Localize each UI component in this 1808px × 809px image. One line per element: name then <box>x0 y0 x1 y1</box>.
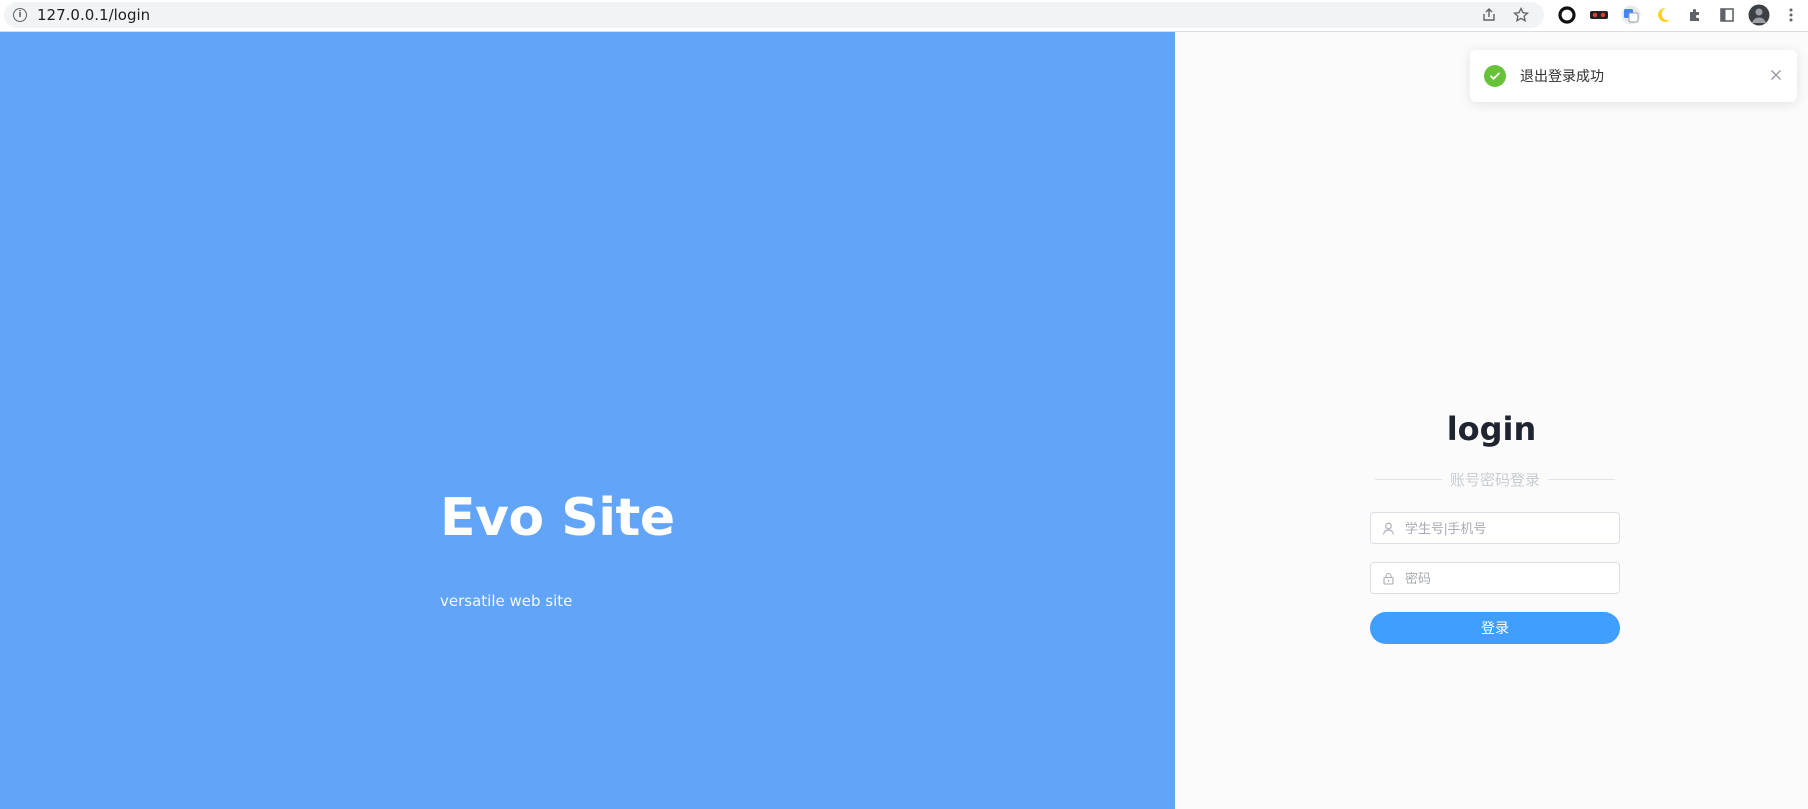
info-icon[interactable]: i <box>13 8 27 22</box>
site-title: Evo Site <box>440 488 675 548</box>
url-text[interactable]: 127.0.0.1/login <box>37 6 150 24</box>
password-input[interactable] <box>1403 569 1603 587</box>
user-icon <box>1381 521 1395 535</box>
address-bar[interactable]: i 127.0.0.1/login <box>4 2 1544 28</box>
translate-extension-icon[interactable] <box>1620 4 1642 26</box>
hero-panel: Evo Site versatile web site <box>0 32 1175 809</box>
moon-extension-icon[interactable] <box>1652 4 1674 26</box>
success-toast: 退出登录成功 <box>1470 50 1797 102</box>
username-input[interactable] <box>1403 519 1603 537</box>
star-icon[interactable] <box>1512 6 1530 24</box>
extensions-strip <box>1556 4 1808 26</box>
login-method-divider: 账号密码登录 <box>1375 469 1616 490</box>
login-heading: login <box>1446 410 1537 448</box>
sidepanel-icon[interactable] <box>1716 4 1738 26</box>
share-icon[interactable] <box>1480 6 1498 24</box>
record-extension-icon[interactable] <box>1556 4 1578 26</box>
login-method-label: 账号密码登录 <box>1450 472 1541 489</box>
address-bar-actions <box>1480 6 1530 24</box>
menu-icon[interactable] <box>1780 4 1802 26</box>
login-button[interactable]: 登录 <box>1370 612 1620 644</box>
login-panel: login 账号密码登录 登录 <box>1175 32 1808 809</box>
close-icon[interactable] <box>1769 68 1783 82</box>
success-check-icon <box>1484 65 1506 87</box>
profile-avatar[interactable] <box>1748 4 1770 26</box>
mask-extension-icon[interactable] <box>1588 4 1610 26</box>
browser-toolbar: i 127.0.0.1/login <box>0 0 1808 32</box>
password-field[interactable] <box>1370 562 1620 594</box>
site-subtitle: versatile web site <box>440 592 573 610</box>
divider-line-left <box>1375 479 1442 480</box>
lock-icon <box>1381 571 1395 585</box>
puzzle-icon[interactable] <box>1684 4 1706 26</box>
divider-line-right <box>1548 479 1616 480</box>
toast-message: 退出登录成功 <box>1520 68 1604 84</box>
username-field[interactable] <box>1370 512 1620 544</box>
